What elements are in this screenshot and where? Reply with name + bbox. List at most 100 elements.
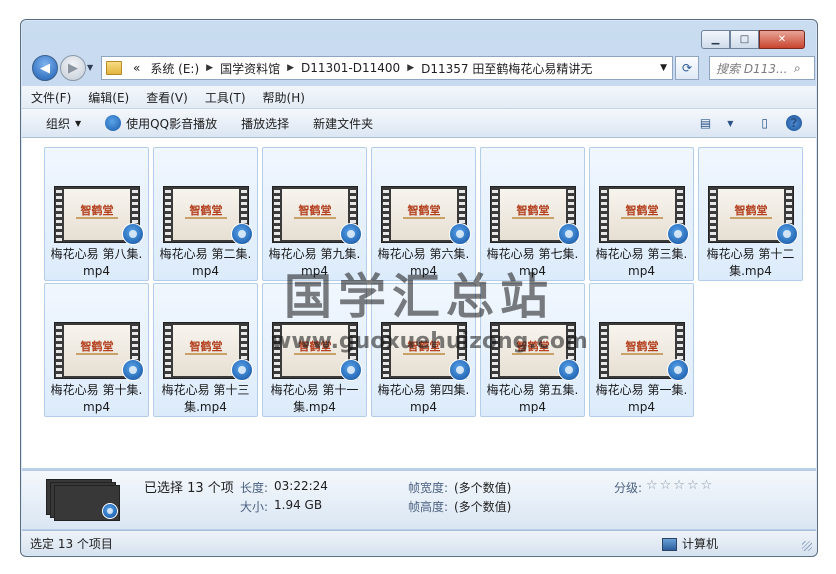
qq-player-icon xyxy=(776,223,798,245)
file-name: 梅花心易 第五集.mp4 xyxy=(486,383,579,414)
frame-height-label: 帧高度: xyxy=(408,500,449,514)
play-selection-button[interactable]: 播放选择 xyxy=(229,115,301,132)
search-input[interactable]: 搜索 D113... xyxy=(710,60,794,77)
thumbnail-logo: 智鹤堂 xyxy=(298,204,332,217)
forward-button[interactable]: ▶ xyxy=(60,55,86,81)
file-item[interactable]: 智鹤堂梅花心易 第十集.mp4 xyxy=(44,283,149,417)
selection-thumbnail xyxy=(46,479,120,521)
film-strip xyxy=(492,187,498,242)
breadcrumb-library[interactable]: 国学资料馆 xyxy=(215,60,285,77)
video-frame: 智鹤堂 xyxy=(609,325,675,376)
address-dropdown-button[interactable]: ▼ xyxy=(655,63,672,73)
rating-stars[interactable]: ☆☆☆☆☆ xyxy=(646,478,714,493)
new-folder-button[interactable]: 新建文件夹 xyxy=(301,115,385,132)
menu-file[interactable]: 文件(F) xyxy=(22,89,79,106)
length-value: 03:22:24 xyxy=(274,479,328,493)
qq-player-icon xyxy=(231,223,253,245)
thumbnail-divider xyxy=(76,353,118,355)
film-strip xyxy=(165,323,171,378)
qq-player-icon xyxy=(558,359,580,381)
thumbnail-logo: 智鹤堂 xyxy=(189,340,223,353)
film-strip xyxy=(165,187,171,242)
qq-player-icon xyxy=(102,503,118,519)
film-strip xyxy=(56,323,62,378)
back-button[interactable]: ◀ xyxy=(32,55,58,81)
video-frame: 智鹤堂 xyxy=(173,325,239,376)
caption-buttons: ▁ □ ✕ xyxy=(701,30,805,49)
thumbnail-divider xyxy=(730,217,772,219)
film-strip xyxy=(274,187,280,242)
change-view-button[interactable]: ▤ xyxy=(692,116,719,130)
qq-player-icon xyxy=(558,223,580,245)
thumbnail-logo: 智鹤堂 xyxy=(407,204,441,217)
film-strip xyxy=(601,187,607,242)
rating-label: 分级: xyxy=(614,481,643,495)
organize-label: 组织 xyxy=(46,116,71,131)
file-item[interactable]: 智鹤堂梅花心易 第一集.mp4 xyxy=(589,283,694,417)
search-icon[interactable]: ⌕ xyxy=(794,61,801,76)
resize-grip[interactable] xyxy=(802,541,812,551)
play-with-qq-label: 使用QQ影音播放 xyxy=(126,116,218,131)
refresh-button[interactable]: ⟳ xyxy=(675,56,699,80)
qq-player-icon xyxy=(340,359,362,381)
navigation-bar: ◀ ▶ ▼ « 系统 (E:) ▶ 国学资料馆 ▶ D11301-D11400 … xyxy=(29,55,815,81)
breadcrumb-drive[interactable]: 系统 (E:) xyxy=(145,60,204,77)
qq-player-icon xyxy=(122,359,144,381)
film-strip xyxy=(56,187,62,242)
qq-player-icon xyxy=(449,359,471,381)
qq-player-icon xyxy=(105,115,122,131)
thumbnail-divider xyxy=(294,217,336,219)
preview-pane-button[interactable]: ▯ xyxy=(741,116,776,130)
qq-player-icon xyxy=(667,359,689,381)
video-frame: 智鹤堂 xyxy=(718,189,784,240)
menu-edit[interactable]: 编辑(E) xyxy=(79,89,137,106)
breadcrumb-separator[interactable]: ▶ xyxy=(405,63,416,73)
file-name: 梅花心易 第十集.mp4 xyxy=(50,383,143,414)
film-strip xyxy=(710,187,716,242)
file-item[interactable]: 智鹤堂 梅花心易 第二集.mp4 xyxy=(153,147,258,281)
video-frame: 智鹤堂 xyxy=(609,189,675,240)
qq-player-icon xyxy=(122,223,144,245)
thumbnail-divider xyxy=(76,217,118,219)
help-icon[interactable]: ? xyxy=(786,115,802,131)
status-location: 计算机 xyxy=(662,535,718,552)
file-item[interactable]: 智鹤堂 梅花心易 第八集.mp4 xyxy=(44,147,149,281)
address-bar[interactable]: « 系统 (E:) ▶ 国学资料馆 ▶ D11301-D11400 ▶ D113… xyxy=(101,56,673,80)
file-name: 梅花心易 第一集.mp4 xyxy=(595,383,688,414)
thumbnail-divider xyxy=(621,353,663,355)
file-name: 梅花心易 第十三集.mp4 xyxy=(161,383,250,414)
organize-button[interactable]: 组织 ▼ xyxy=(22,115,93,132)
maximize-button[interactable]: □ xyxy=(730,30,759,49)
thumbnail-logo: 智鹤堂 xyxy=(80,204,114,217)
menu-bar: 文件(F) 编辑(E) 查看(V) 工具(T) 帮助(H) xyxy=(22,86,816,109)
video-frame: 智鹤堂 xyxy=(64,189,130,240)
breadcrumb-separator[interactable]: ▶ xyxy=(285,63,296,73)
recent-pages-dropdown[interactable]: ▼ xyxy=(87,63,93,72)
thumbnail-logo: 智鹤堂 xyxy=(625,340,659,353)
menu-tools[interactable]: 工具(T) xyxy=(196,89,254,106)
view-options-dropdown[interactable]: ▼ xyxy=(719,119,741,128)
close-button[interactable]: ✕ xyxy=(759,30,805,49)
file-name: 梅花心易 第二集.mp4 xyxy=(159,247,252,278)
status-selection-text: 选定 13 个项目 xyxy=(30,537,113,551)
file-name: 梅花心易 第十一集.mp4 xyxy=(270,383,359,414)
thumbnail-divider xyxy=(512,217,554,219)
breadcrumb-range[interactable]: D11301-D11400 xyxy=(296,61,405,75)
length-label: 长度: xyxy=(240,481,269,495)
video-frame: 智鹤堂 xyxy=(64,325,130,376)
qq-player-icon xyxy=(449,223,471,245)
file-item[interactable]: 智鹤堂梅花心易 第十三集.mp4 xyxy=(153,283,258,417)
menu-help[interactable]: 帮助(H) xyxy=(254,89,313,106)
file-item[interactable]: 智鹤堂 梅花心易 第十二集.mp4 xyxy=(698,147,803,281)
minimize-button[interactable]: ▁ xyxy=(701,30,730,49)
file-item[interactable]: 智鹤堂 梅花心易 第三集.mp4 xyxy=(589,147,694,281)
breadcrumb-separator[interactable]: ▶ xyxy=(204,63,215,73)
breadcrumb-overflow[interactable]: « xyxy=(128,61,145,75)
thumbnail-divider xyxy=(185,353,227,355)
breadcrumb-current-folder[interactable]: D11357 田至鹤梅花心易精讲无 xyxy=(416,60,597,77)
menu-view[interactable]: 查看(V) xyxy=(137,89,196,106)
search-box[interactable]: 搜索 D113... ⌕ xyxy=(709,56,815,80)
play-with-qq-button[interactable]: 使用QQ影音播放 xyxy=(93,115,229,132)
thumbnail-divider xyxy=(403,217,445,219)
thumbnail-logo: 智鹤堂 xyxy=(625,204,659,217)
